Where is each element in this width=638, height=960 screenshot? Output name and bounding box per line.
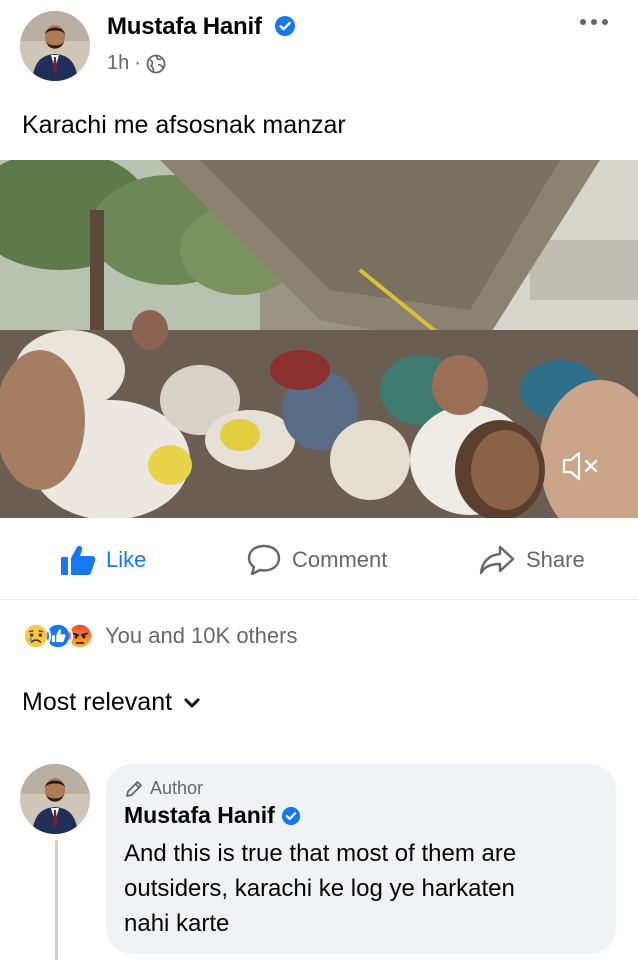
comment-icon: [247, 544, 281, 576]
commenter-avatar[interactable]: [20, 764, 90, 834]
author-avatar[interactable]: [20, 11, 90, 81]
meta-separator: ·: [134, 52, 141, 74]
comment-text-line: nahi karte: [124, 910, 230, 937]
profile-photo: [20, 764, 90, 834]
comment-author-label: Mustafa Hanif: [124, 802, 275, 828]
comment-bubble: Author Mustafa Hanif And this is true th…: [106, 764, 616, 954]
comment-author-name[interactable]: Mustafa Hanif: [124, 802, 598, 829]
verified-badge-icon: [275, 16, 296, 36]
post-text: Karachi me afsosnak manzar: [22, 111, 346, 139]
comment-text-line: outsiders, karachi ke log ye harkaten: [124, 875, 515, 902]
author-badge-label: Author: [150, 778, 204, 798]
share-button[interactable]: Share: [478, 542, 585, 578]
sort-label: Most relevant: [22, 688, 173, 716]
post-action-bar: Like Comment Share: [0, 520, 638, 600]
post-timestamp[interactable]: 1h: [107, 52, 129, 75]
mute-icon: [562, 451, 598, 481]
like-label: Like: [106, 547, 147, 572]
more-options-button[interactable]: [580, 14, 608, 30]
post-author-label: Mustafa Hanif: [107, 13, 262, 40]
post-header: Mustafa Hanif 1h ·: [0, 0, 638, 96]
sad-icon: [21, 621, 51, 651]
video-frame: [0, 160, 638, 518]
comment-text-line: And this is true that most of them are: [124, 840, 517, 867]
comment-sort-dropdown[interactable]: Most relevant: [22, 688, 200, 717]
share-label: Share: [526, 547, 585, 572]
comment-label: Comment: [292, 547, 388, 572]
reactions-summary[interactable]: You and 10K others: [21, 620, 297, 652]
reactions-count: You and 10K others: [105, 623, 298, 648]
more-dot: [591, 19, 597, 25]
like-button[interactable]: Like: [60, 542, 146, 578]
comment-text: And this is true that most of them are o…: [124, 836, 598, 941]
profile-photo: [20, 11, 90, 81]
post-video[interactable]: [0, 160, 638, 518]
thumbs-up-icon: [61, 546, 96, 575]
chevron-down-icon: [184, 698, 200, 707]
pencil-icon: [126, 780, 142, 797]
globe-icon: [146, 54, 166, 73]
reply-thread-line: [55, 840, 58, 960]
comment-button[interactable]: Comment: [246, 542, 387, 578]
author-badge: Author: [124, 778, 598, 799]
post-meta: 1h ·: [107, 52, 166, 75]
post-author-name[interactable]: Mustafa Hanif: [107, 13, 296, 41]
more-dot: [580, 19, 586, 25]
share-icon: [479, 545, 515, 575]
verified-badge-icon: [281, 806, 300, 825]
more-dot: [602, 19, 608, 25]
